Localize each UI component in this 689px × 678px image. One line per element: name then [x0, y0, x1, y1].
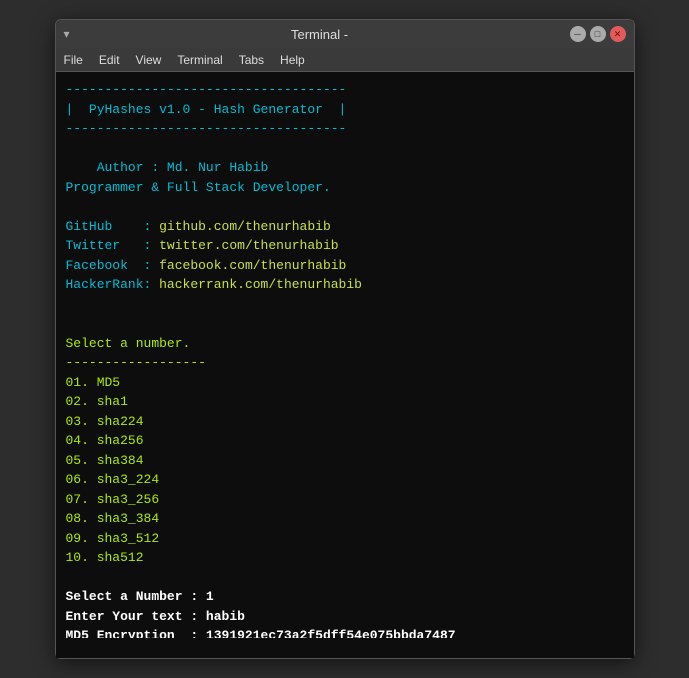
menu-help[interactable]: Help — [280, 53, 305, 67]
menu-terminal[interactable]: Terminal — [177, 53, 222, 67]
bottom-bar — [56, 638, 634, 658]
menu-item-09: 09. sha3_512 — [66, 529, 624, 549]
input-number: Select a Number : 1 — [66, 587, 624, 607]
separator-top: ------------------------------------ — [66, 80, 624, 100]
minimize-button[interactable]: ─ — [570, 26, 586, 42]
titlebar: ▾ Terminal - ─ □ ✕ — [56, 20, 634, 48]
maximize-button[interactable]: □ — [590, 26, 606, 42]
blank4 — [66, 314, 624, 334]
facebook-line: Facebook : facebook.com/thenurhabib — [66, 256, 624, 276]
window-title: Terminal - — [70, 27, 570, 42]
hackerrank-label: HackerRank: — [66, 277, 160, 292]
terminal-body[interactable]: ------------------------------------ | P… — [56, 72, 634, 638]
github-line: GitHub : github.com/thenurhabib — [66, 217, 624, 237]
menu-item-03: 03. sha224 — [66, 412, 624, 432]
github-value: github.com/thenurhabib — [159, 219, 331, 234]
terminal-window: ▾ Terminal - ─ □ ✕ File Edit View Termin… — [55, 19, 635, 659]
menu-tabs[interactable]: Tabs — [239, 53, 264, 67]
author-name: Md. Nur Habib — [167, 160, 268, 175]
menubar: File Edit View Terminal Tabs Help — [56, 48, 634, 72]
menu-item-05: 05. sha384 — [66, 451, 624, 471]
window-controls: ─ □ ✕ — [570, 26, 626, 42]
select-prompt: Select a number. — [66, 334, 624, 354]
menu-view[interactable]: View — [136, 53, 162, 67]
github-label: GitHub : — [66, 219, 160, 234]
twitter-label: Twitter : — [66, 238, 160, 253]
hackerrank-value: hackerrank.com/thenurhabib — [159, 277, 362, 292]
blank1 — [66, 139, 624, 159]
author-label: Author : — [66, 160, 167, 175]
app-name: | PyHashes v1.0 - Hash Generator | — [66, 100, 624, 120]
menu-item-02: 02. sha1 — [66, 392, 624, 412]
menu-edit[interactable]: Edit — [99, 53, 120, 67]
facebook-value: facebook.com/thenurhabib — [159, 258, 346, 273]
role-line: Programmer & Full Stack Developer. — [66, 178, 624, 198]
menu-item-04: 04. sha256 — [66, 431, 624, 451]
facebook-label: Facebook : — [66, 258, 160, 273]
menu-item-01: 01. MD5 — [66, 373, 624, 393]
close-button[interactable]: ✕ — [610, 26, 626, 42]
blank5 — [66, 568, 624, 588]
menu-item-10: 10. sha512 — [66, 548, 624, 568]
menu-sep: ------------------ — [66, 353, 624, 373]
twitter-line: Twitter : twitter.com/thenurhabib — [66, 236, 624, 256]
hackerrank-line: HackerRank: hackerrank.com/thenurhabib — [66, 275, 624, 295]
menu-file[interactable]: File — [64, 53, 83, 67]
result-line: MD5 Encryption : 1391921ec73a2f5dff54e07… — [66, 626, 624, 638]
separator-bot: ------------------------------------ — [66, 119, 624, 139]
blank2 — [66, 197, 624, 217]
menu-item-06: 06. sha3_224 — [66, 470, 624, 490]
blank3 — [66, 295, 624, 315]
menu-item-08: 08. sha3_384 — [66, 509, 624, 529]
twitter-value: twitter.com/thenurhabib — [159, 238, 338, 253]
input-text: Enter Your text : habib — [66, 607, 624, 627]
author-line: Author : Md. Nur Habib — [66, 158, 624, 178]
menu-item-07: 07. sha3_256 — [66, 490, 624, 510]
